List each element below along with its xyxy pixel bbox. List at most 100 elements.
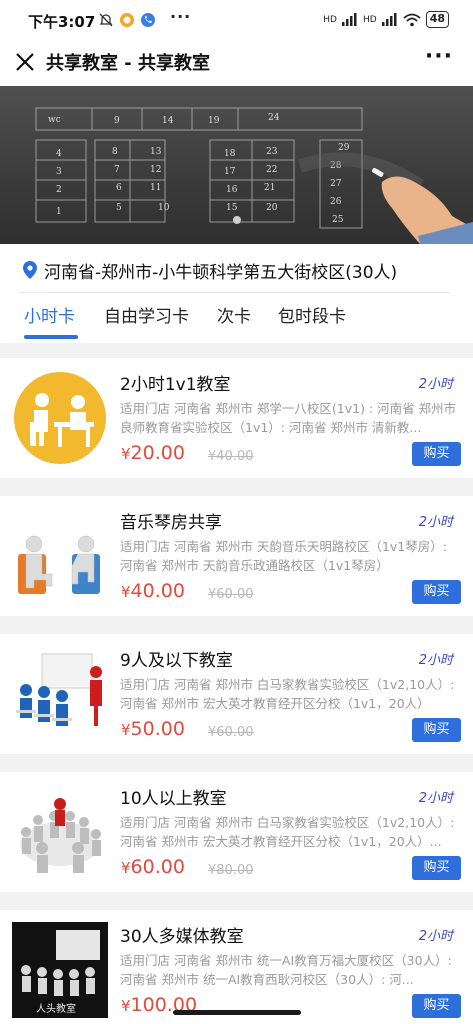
multimedia-classroom: 人头教室 <box>12 922 108 1018</box>
product-description: 适用门店 河南省 郑州市 天韵音乐天明路校区（1v1琴房）: 河南省 郑州市 天… <box>120 539 447 573</box>
price-value: 40.00 <box>130 580 185 602</box>
grid-label: 1 <box>56 207 62 217</box>
product-duration: 2小时 <box>418 791 453 806</box>
product-name: 9人及以下教室 <box>120 651 233 671</box>
product-card[interactable]: 10人以上教室 2小时 适用门店 河南省 郑州市 白马家教省实验校区（1v2,1… <box>0 772 473 892</box>
grid-label: 19 <box>208 116 220 126</box>
product-description: 适用门店 河南省 郑州市 白马家教省实验校区（1v2,10人）: 河南省 郑州市… <box>120 815 455 849</box>
circle-meeting-figures <box>12 784 108 880</box>
product-name: 30人多媒体教室 <box>120 927 244 947</box>
grid-label: 15 <box>226 203 238 213</box>
product-price: ¥40.00 <box>121 580 185 602</box>
product-description: 适用门店 河南省 郑州市 郑学一八校区(1v1) : 河南省 郑州市 良师教育省… <box>120 401 457 435</box>
buy-button[interactable]: 购买 <box>412 994 461 1018</box>
product-price: ¥60.00 <box>121 856 185 878</box>
grid-label: 22 <box>266 165 277 175</box>
currency-symbol: ¥ <box>121 445 131 463</box>
thumb-caption: 人头教室 <box>36 1002 76 1015</box>
grid-label: 10 <box>158 203 170 213</box>
buy-button[interactable]: 购买 <box>412 442 461 466</box>
product-card[interactable]: 音乐琴房共享 2小时 适用门店 河南省 郑州市 天韵音乐天明路校区（1v1琴房）… <box>0 496 473 616</box>
grid-label: 6 <box>116 183 122 193</box>
grid-label: 5 <box>116 203 122 213</box>
grid-label: 14 <box>162 116 174 126</box>
grid-label: 23 <box>266 147 278 157</box>
network-hd-label: HD <box>323 14 337 25</box>
page-title: 共享教室 - 共享教室 <box>46 53 211 74</box>
small-class-figures <box>12 646 108 742</box>
product-name: 音乐琴房共享 <box>120 513 222 533</box>
tab-period-card[interactable]: 包时段卡 <box>278 302 346 327</box>
product-duration: 2小时 <box>418 377 453 392</box>
product-duration: 2小时 <box>418 929 453 944</box>
grid-label: 20 <box>266 203 278 213</box>
product-price: ¥50.00 <box>121 718 185 740</box>
grid-label: 17 <box>224 167 236 177</box>
grid-label: 4 <box>56 149 62 159</box>
product-card[interactable]: 人头教室 30人多媒体教室 2小时 适用门店 河南省 郑州市 统一AI教育万福大… <box>0 910 473 1024</box>
product-duration: 2小时 <box>418 515 453 530</box>
product-duration: 2小时 <box>418 653 453 668</box>
grid-label: 9 <box>114 116 120 126</box>
nav-bar: 共享教室 - 共享教室 ··· <box>0 40 473 86</box>
card-type-tabs: 小时卡 自由学习卡 次卡 包时段卡 <box>0 293 473 343</box>
hand-with-chalk <box>372 168 473 244</box>
product-card[interactable]: 9人及以下教室 2小时 适用门店 河南省 郑州市 白马家教省实验校区（1v2,1… <box>0 634 473 754</box>
status-bar: 下午3:07 ··· HD HD 48 <box>0 0 473 40</box>
product-card[interactable]: 2小时1v1教室 2小时 适用门店 河南省 郑州市 郑学一八校区(1v1) : … <box>0 358 473 478</box>
grid-label: 24 <box>268 113 280 123</box>
grid-label: 16 <box>226 185 238 195</box>
buy-button[interactable]: 购买 <box>412 856 461 880</box>
network-hd-label-2: HD <box>362 14 377 25</box>
product-name: 2小时1v1教室 <box>120 375 231 395</box>
wifi-icon <box>403 13 421 26</box>
one-on-one-tutoring-icon <box>12 370 108 466</box>
grid-label: 12 <box>150 165 161 175</box>
phone-app-icon <box>141 13 155 27</box>
grid-label: 21 <box>264 183 275 193</box>
location-text: 河南省-郑州市-小牛顿科学第五大街校区(30人) <box>44 263 398 283</box>
location-bar[interactable]: 河南省-郑州市-小牛顿科学第五大街校区(30人) <box>0 244 473 294</box>
status-right-icons: HD HD 48 <box>323 11 449 28</box>
product-description: 适用门店 河南省 郑州市 白马家教省实验校区（1v2,10人）: 河南省 郑州市… <box>120 677 455 711</box>
grid-label: 18 <box>224 149 236 159</box>
buy-button[interactable]: 购买 <box>412 580 461 604</box>
signal-icon <box>341 13 357 26</box>
product-name: 10人以上教室 <box>120 789 227 809</box>
tab-hour-card[interactable]: 小时卡 <box>24 302 75 327</box>
original-price: ¥40.00 <box>208 449 254 464</box>
price-value: 20.00 <box>130 442 185 464</box>
active-tab-indicator <box>24 335 78 339</box>
tab-times-card[interactable]: 次卡 <box>217 302 251 327</box>
original-price: ¥80.00 <box>208 863 254 878</box>
signal-icon-2 <box>381 13 397 26</box>
buy-button[interactable]: 购买 <box>412 718 461 742</box>
grid-label: 2 <box>56 185 62 195</box>
mute-bell-icon <box>99 13 113 27</box>
product-description: 适用门店 河南省 郑州市 统一AI教育万福大厦校区（30人）: 河南省 郑州市 … <box>120 953 452 987</box>
currency-symbol: ¥ <box>121 721 131 739</box>
grid-label: 8 <box>112 147 118 157</box>
music-room-figures <box>12 508 108 604</box>
location-pin-icon <box>23 261 37 279</box>
tab-free-study-card[interactable]: 自由学习卡 <box>104 302 189 327</box>
currency-symbol: ¥ <box>121 859 131 877</box>
grid-label: 3 <box>56 167 62 177</box>
close-icon[interactable] <box>13 50 37 74</box>
banner-indicator-dot[interactable] <box>233 216 241 224</box>
grid-label: 29 <box>338 143 350 153</box>
grid-label: 26 <box>330 197 342 207</box>
status-more-dots: ··· <box>170 7 192 26</box>
grid-label: 13 <box>150 147 162 157</box>
currency-symbol: ¥ <box>121 997 131 1015</box>
product-price: ¥20.00 <box>121 442 185 464</box>
price-value: 50.00 <box>130 718 185 740</box>
battery-icon: 48 <box>425 11 449 28</box>
grid-label: wc <box>48 115 61 125</box>
banner-image: wc 9 14 19 24 4 3 2 1 8 7 6 5 13 12 11 1… <box>0 86 473 244</box>
orange-app-icon <box>120 13 134 27</box>
home-indicator[interactable] <box>173 1010 301 1015</box>
more-menu-icon[interactable]: ··· <box>425 44 453 69</box>
price-value: 60.00 <box>130 856 185 878</box>
grid-label: 27 <box>330 179 342 189</box>
